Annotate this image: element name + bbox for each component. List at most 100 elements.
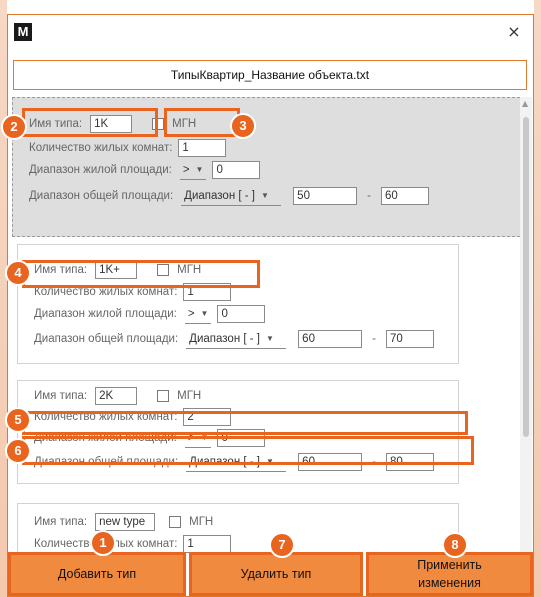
rooms-row: Количество жилых комнат: 1 [34, 282, 232, 302]
type-name-input[interactable]: 1K [90, 115, 133, 133]
chevron-down-icon: ▼ [195, 165, 204, 174]
mgn-checkbox[interactable] [169, 516, 182, 528]
total-mode-select[interactable]: Диапазон [ - ] ▼ [186, 330, 287, 349]
living-area-input[interactable]: 0 [212, 161, 261, 179]
callout-badge-6: 6 [5, 438, 31, 464]
callout-badge-8: 8 [442, 532, 468, 558]
type-name-label: Имя типа: [34, 516, 88, 528]
scroll-thumb[interactable] [523, 117, 529, 437]
type-name-row: Имя типа: 1K МГН [29, 114, 196, 134]
rooms-label: Количество жилых комнат: [34, 411, 178, 423]
rooms-row: Количество жилых комнат: 1 [34, 534, 232, 554]
total-mode-value: Диапазон [ - ] [189, 455, 260, 468]
chevron-down-icon: ▼ [200, 433, 209, 442]
mgn-label: МГН [177, 390, 202, 402]
type-name-row: Имя типа: 2K МГН [34, 386, 201, 406]
range-separator: - [367, 190, 372, 202]
apply-changes-button[interactable]: Применить изменения [366, 552, 533, 596]
close-button[interactable]: × [503, 21, 525, 43]
total-mode-select[interactable]: Диапазон [ - ] ▼ [181, 187, 282, 206]
living-area-label: Диапазон жилой площади: [34, 308, 177, 320]
callout-badge-7: 7 [269, 532, 295, 558]
app-logo-icon: M [14, 23, 32, 41]
type-name-row: Имя типа: new type МГН [34, 512, 213, 532]
callout-badge-4: 4 [5, 260, 31, 286]
type-name-row: Имя типа: 1K+ МГН [34, 260, 201, 280]
living-operator-select[interactable]: > ▼ [179, 161, 207, 180]
apartment-types-window: M × ТипыКвартир_Название объекта.txt Имя… [7, 14, 534, 597]
living-area-row: Диапазон жилой площади: > ▼ 0 [34, 428, 266, 448]
living-operator-value: > [187, 307, 195, 320]
mgn-checkbox[interactable] [157, 264, 170, 276]
living-operator-value: > [187, 431, 195, 444]
callout-badge-3: 3 [230, 113, 256, 139]
mgn-checkbox[interactable] [157, 390, 170, 402]
mgn-checkbox[interactable] [152, 118, 165, 130]
chevron-down-icon: ▼ [265, 334, 274, 343]
mgn-label: МГН [189, 516, 214, 528]
living-operator-select[interactable]: > ▼ [184, 305, 212, 324]
total-max-input[interactable]: 70 [386, 330, 435, 348]
living-area-row: Диапазон жилой площади: > ▼ 0 [34, 304, 266, 324]
file-name-field[interactable]: ТипыКвартир_Название объекта.txt [13, 60, 527, 90]
types-list[interactable]: Имя типа: 1K МГН Количество жилых комнат… [12, 97, 525, 567]
total-area-label: Диапазон общей площади: [34, 333, 179, 345]
type-card[interactable]: Имя типа: 1K МГН Количество жилых комнат… [12, 97, 525, 237]
living-operator-value: > [182, 163, 190, 176]
total-mode-select[interactable]: Диапазон [ - ] ▼ [186, 453, 287, 472]
living-area-label: Диапазон жилой площади: [34, 432, 177, 444]
rooms-label: Количество жилых комнат: [34, 286, 178, 298]
rooms-label: Количество жилых комнат: [29, 142, 173, 154]
type-name-label: Имя типа: [34, 264, 88, 276]
title-bar: M × [8, 15, 533, 49]
living-area-label: Диапазон жилой площади: [29, 164, 172, 176]
total-area-row: Диапазон общей площади: Диапазон [ - ] ▼ … [29, 186, 430, 206]
total-area-row: Диапазон общей площади: Диапазон [ - ] ▼ … [34, 329, 435, 349]
total-min-input[interactable]: 60 [298, 453, 363, 471]
apply-line-2: изменения [418, 576, 481, 590]
callout-badge-2: 2 [1, 114, 27, 140]
living-area-row: Диапазон жилой площади: > ▼ 0 [29, 160, 261, 180]
apply-line-1: Применить [417, 558, 482, 572]
living-area-input[interactable]: 0 [217, 429, 266, 447]
chevron-down-icon: ▼ [260, 191, 269, 200]
rooms-input[interactable]: 2 [183, 408, 232, 426]
range-separator: - [372, 456, 377, 468]
mgn-label: МГН [172, 118, 197, 130]
mgn-label: МГН [177, 264, 202, 276]
total-mode-value: Диапазон [ - ] [184, 189, 255, 202]
chevron-down-icon: ▼ [265, 457, 274, 466]
callout-badge-1: 1 [90, 530, 116, 556]
type-name-input[interactable]: new type [95, 513, 156, 531]
rooms-row: Количество жилых комнат: 2 [34, 407, 232, 427]
type-card[interactable]: Имя типа: 1K+ МГН Количество жилых комна… [17, 244, 459, 364]
add-type-button[interactable]: Добавить тип [8, 552, 186, 596]
callout-badge-5: 5 [5, 407, 31, 433]
living-operator-select[interactable]: > ▼ [184, 429, 212, 448]
background-left [0, 0, 7, 597]
type-name-label: Имя типа: [34, 390, 88, 402]
total-min-input[interactable]: 50 [293, 187, 358, 205]
background-right [534, 0, 541, 597]
total-area-row: Диапазон общей площади: Диапазон [ - ] ▼ … [34, 452, 435, 472]
rooms-row: Количество жилых комнат: 1 [29, 138, 227, 158]
chevron-down-icon: ▼ [200, 309, 209, 318]
list-scrollbar[interactable]: ▲ ▼ [520, 97, 532, 567]
living-area-input[interactable]: 0 [217, 305, 266, 323]
total-min-input[interactable]: 60 [298, 330, 363, 348]
total-area-label: Диапазон общей площади: [34, 456, 179, 468]
type-name-input[interactable]: 1K+ [95, 261, 138, 279]
total-mode-value: Диапазон [ - ] [189, 332, 260, 345]
rooms-input[interactable]: 1 [183, 535, 232, 553]
type-card[interactable]: Имя типа: 2K МГН Количество жилых комнат… [17, 380, 459, 484]
type-name-label: Имя типа: [29, 118, 83, 130]
total-area-label: Диапазон общей площади: [29, 190, 174, 202]
rooms-input[interactable]: 1 [178, 139, 227, 157]
delete-type-button[interactable]: Удалить тип [189, 552, 363, 596]
total-max-input[interactable]: 80 [386, 453, 435, 471]
rooms-input[interactable]: 1 [183, 283, 232, 301]
range-separator: - [372, 333, 377, 345]
type-name-input[interactable]: 2K [95, 387, 138, 405]
total-max-input[interactable]: 60 [381, 187, 430, 205]
scroll-up-icon[interactable]: ▲ [522, 99, 528, 108]
